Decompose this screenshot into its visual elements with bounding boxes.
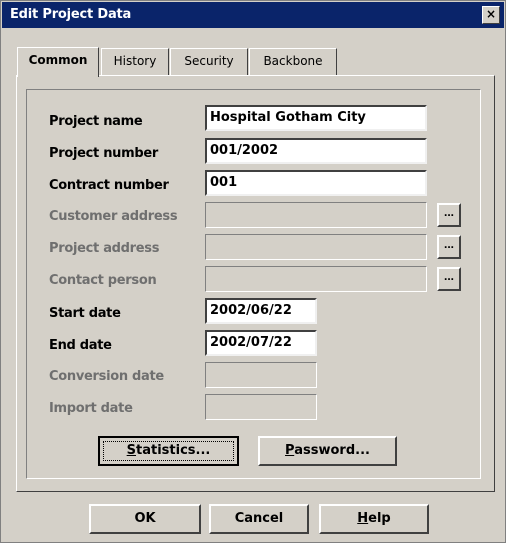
tab-common-label: Common (28, 53, 88, 67)
cancel-button[interactable]: Cancel (209, 504, 309, 534)
contract-number-field[interactable]: 001 (205, 170, 427, 196)
close-icon: × (485, 7, 497, 21)
start-date-label: Start date (49, 306, 121, 321)
customer-address-browse-button[interactable]: ... (437, 203, 461, 227)
start-date-field[interactable]: 2002/06/22 (205, 298, 317, 324)
tab-security-label: Security (184, 54, 234, 68)
ok-button[interactable]: OK (89, 504, 201, 534)
title-bar[interactable]: Edit Project Data × (2, 2, 504, 28)
tab-history-label: History (113, 54, 157, 68)
tab-backbone-label: Backbone (263, 54, 323, 68)
contact-person-browse-button[interactable]: ... (437, 267, 461, 291)
project-address-field (205, 234, 427, 260)
end-date-label: End date (49, 338, 112, 353)
tab-security[interactable]: Security (170, 48, 248, 75)
end-date-field[interactable]: 2002/07/22 (205, 330, 317, 356)
tab-strip: Common History Security Backbone (17, 47, 497, 77)
contact-person-field (205, 266, 427, 292)
import-date-field (205, 394, 317, 420)
help-button[interactable]: Help (319, 504, 429, 534)
statistics-button[interactable]: Statistics... (98, 436, 239, 466)
password-mnemonic: P (285, 443, 295, 458)
dialog-title: Edit Project Data (10, 7, 132, 22)
tab-backbone[interactable]: Backbone (249, 48, 337, 75)
customer-address-label: Customer address (49, 209, 178, 224)
help-mnemonic: H (357, 511, 369, 526)
password-button[interactable]: Password... (258, 436, 397, 466)
project-number-label: Project number (49, 146, 158, 161)
customer-address-field (205, 202, 427, 228)
help-label: elp (368, 511, 391, 526)
password-label: assword... (294, 443, 370, 458)
project-number-field[interactable]: 001/2002 (205, 138, 427, 164)
edit-project-dialog: Edit Project Data × Common History Secur… (0, 0, 506, 543)
conversion-date-field (205, 362, 317, 388)
contact-person-label: Contact person (49, 273, 157, 288)
conversion-date-label: Conversion date (49, 369, 164, 384)
statistics-label: tatistics... (136, 443, 211, 458)
close-button[interactable]: × (482, 6, 500, 24)
import-date-label: Import date (49, 401, 133, 416)
tab-common[interactable]: Common (17, 47, 99, 77)
statistics-focus-rect: Statistics... (103, 441, 234, 461)
project-address-browse-button[interactable]: ... (437, 235, 461, 259)
project-name-label: Project name (49, 114, 143, 129)
project-name-field[interactable]: Hospital Gotham City (205, 105, 427, 131)
contract-number-label: Contract number (49, 178, 169, 193)
tab-history[interactable]: History (101, 48, 169, 75)
project-address-label: Project address (49, 241, 160, 256)
statistics-mnemonic: S (126, 443, 137, 458)
